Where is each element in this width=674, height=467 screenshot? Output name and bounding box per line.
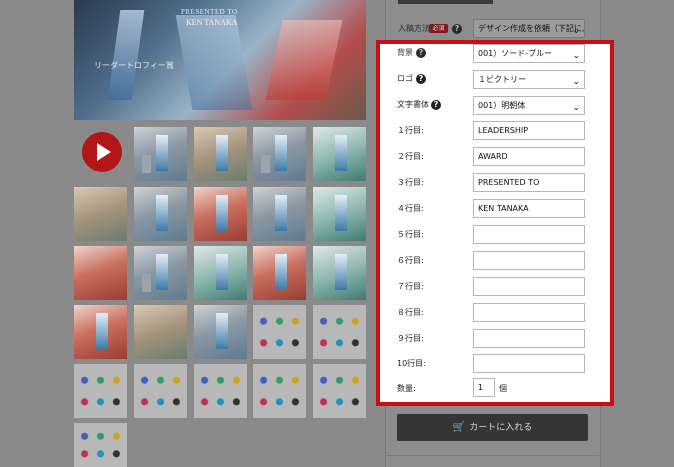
quantity-input[interactable]: 1: [473, 378, 495, 397]
quantity-unit: 個: [499, 384, 507, 393]
line-label-3: ３行目:: [397, 178, 424, 187]
help-icon[interactable]: ?: [416, 74, 426, 84]
line-input-3[interactable]: PRESENTED TO: [473, 173, 585, 192]
logo-value: １ビクトリー: [478, 75, 526, 84]
font-label: 文字書体: [397, 100, 429, 109]
gallery-thumbnail[interactable]: [74, 364, 127, 418]
tab-strip: [398, 0, 493, 4]
gallery-thumbnail[interactable]: [134, 305, 187, 359]
chevron-down-icon: ⌄: [572, 26, 580, 36]
chevron-down-icon: ⌄: [572, 77, 580, 87]
required-badge: 必須: [429, 24, 448, 33]
line-label-2: ２行目:: [397, 152, 424, 161]
gallery-thumbnail[interactable]: [313, 187, 366, 241]
line-input-1[interactable]: LEADERSHIP: [473, 121, 585, 140]
gallery-thumbnail[interactable]: [74, 246, 127, 300]
gallery-thumbnail[interactable]: [253, 127, 306, 181]
line-input-4[interactable]: KEN TANAKA: [473, 199, 585, 218]
gallery-thumbnail[interactable]: [313, 246, 366, 300]
line-label-5: ５行目:: [397, 230, 424, 239]
line-label-6: ６行目:: [397, 256, 424, 265]
gallery-thumbnail[interactable]: [313, 305, 366, 359]
line-input-2[interactable]: AWARD: [473, 147, 585, 166]
line-label-1: １行目:: [397, 126, 424, 135]
inscription-method-select[interactable]: デザイン作成を依頼（下記に入力） ⌄: [473, 19, 585, 38]
line-input-8[interactable]: [473, 303, 585, 322]
play-video-button[interactable]: [82, 132, 122, 172]
gallery-thumbnail[interactable]: [134, 364, 187, 418]
gallery-thumbnail[interactable]: [253, 187, 306, 241]
gallery-thumbnail[interactable]: [194, 127, 247, 181]
chevron-down-icon: ⌄: [572, 103, 580, 113]
gallery-thumbnail[interactable]: [74, 305, 127, 359]
gallery-thumbnail[interactable]: [194, 364, 247, 418]
trophy-shard: [265, 20, 343, 100]
inscription-method-value: デザイン作成を依頼（下記に入力）: [478, 24, 584, 33]
panel-bottom-border: [385, 455, 599, 456]
gallery-thumbnail[interactable]: [134, 187, 187, 241]
chevron-down-icon: ⌄: [572, 51, 580, 61]
hero-side-text: リーダートロフィー賞: [94, 61, 174, 70]
help-icon[interactable]: ?: [431, 100, 441, 110]
hero-caption-presented: PRESENTED TO: [181, 8, 238, 16]
quantity-label: 数量:: [397, 384, 416, 393]
line-input-10[interactable]: [473, 354, 585, 373]
logo-select[interactable]: １ビクトリー ⌄: [473, 70, 585, 89]
gallery-thumbnail[interactable]: [313, 364, 366, 418]
gallery-thumbnail[interactable]: [313, 127, 366, 181]
gallery-thumbnail[interactable]: [134, 246, 187, 300]
add-to-cart-label: カートに入れる: [469, 423, 533, 433]
gallery-thumbnail[interactable]: [253, 246, 306, 300]
help-icon[interactable]: ?: [416, 48, 426, 58]
gallery-thumbnail[interactable]: [134, 127, 187, 181]
gallery-thumbnail[interactable]: [253, 364, 306, 418]
line-input-7[interactable]: [473, 277, 585, 296]
cart-icon: 🛒: [452, 422, 466, 433]
line-label-4: ４行目:: [397, 204, 424, 213]
background-label: 背景: [397, 48, 413, 57]
gallery-thumbnail[interactable]: [74, 423, 127, 467]
help-icon[interactable]: ?: [452, 24, 462, 34]
gallery-thumbnail[interactable]: [253, 305, 306, 359]
trophy-shard: [107, 10, 145, 100]
line-label-7: ７行目:: [397, 282, 424, 291]
inscription-method-label: 入稿方法: [398, 24, 430, 33]
line-input-9[interactable]: [473, 329, 585, 348]
background-value: 001）ソード-ブルー: [478, 49, 553, 58]
line-input-5[interactable]: [473, 225, 585, 244]
gallery-thumbnail[interactable]: [74, 187, 127, 241]
hero-caption-name: KEN TANAKA: [186, 18, 238, 27]
gallery-thumbnail[interactable]: [194, 246, 247, 300]
background-select[interactable]: 001）ソード-ブルー ⌄: [473, 44, 585, 63]
trophy-shard: [175, 15, 253, 110]
product-gallery: PRESENTED TO KEN TANAKA リーダートロフィー賞: [0, 0, 380, 467]
logo-label: ロゴ: [397, 74, 413, 83]
play-icon: [97, 143, 111, 161]
line-label-8: ８行目:: [397, 308, 424, 317]
font-select[interactable]: 001）明朝体 ⌄: [473, 96, 585, 115]
line-label-9: ９行目:: [397, 334, 424, 343]
font-value: 001）明朝体: [478, 101, 526, 110]
hero-image: PRESENTED TO KEN TANAKA リーダートロフィー賞: [74, 0, 366, 120]
gallery-thumbnail[interactable]: [194, 187, 247, 241]
add-to-cart-button[interactable]: 🛒 カートに入れる: [397, 414, 588, 441]
line-label-10: 10行目:: [397, 359, 426, 368]
line-input-6[interactable]: [473, 251, 585, 270]
highlight-box: [376, 40, 614, 406]
gallery-thumbnail[interactable]: [194, 305, 247, 359]
